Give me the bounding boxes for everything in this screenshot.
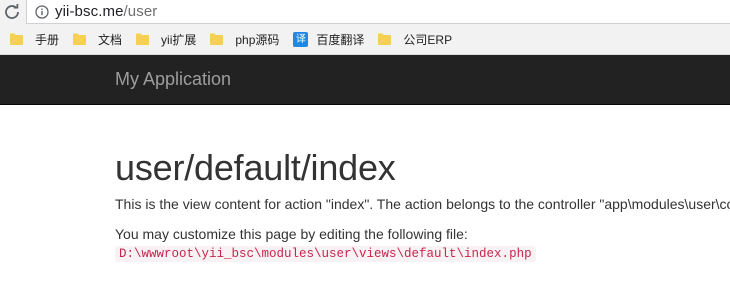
folder-icon	[10, 33, 23, 45]
bookmark-label: 百度翻译	[316, 32, 365, 47]
bookmark-label: 文档	[98, 32, 123, 47]
file-path-code: D:\wwwroot\yii_bsc\modules\user\views\de…	[115, 246, 536, 262]
bookmark-docs[interactable]: 文档	[70, 28, 125, 50]
folder-icon	[73, 33, 87, 45]
translate-icon: 译	[293, 31, 309, 47]
navbar: My Application	[0, 55, 730, 105]
bookmark-manual[interactable]: 手册	[7, 28, 62, 50]
address-bar[interactable]: yii-bsc.me/user	[26, 0, 730, 24]
bookmark-baidu-translate[interactable]: 译 百度翻译	[290, 28, 367, 50]
folder-icon	[136, 33, 150, 45]
bookmark-php-source[interactable]: php源码	[207, 28, 282, 50]
address-row: yii-bsc.me/user	[0, 0, 730, 24]
bookmark-label: 手册	[35, 32, 60, 47]
page-content: user/default/index This is the view cont…	[0, 105, 730, 285]
bookmarks-bar: 手册 文档 yii扩展 php源码 译 百度翻译 公司ERP	[0, 24, 730, 55]
url-host: yii-bsc.me	[55, 3, 124, 20]
folder-icon	[210, 33, 224, 45]
navbar-brand-link[interactable]: My Application	[115, 69, 231, 90]
bookmark-label: yii扩展	[161, 32, 197, 47]
folder-icon	[378, 33, 392, 45]
url-path: /user	[123, 3, 158, 20]
customize-hint: You may customize this page by editing t…	[115, 226, 468, 242]
page-title: user/default/index	[115, 147, 396, 188]
info-icon[interactable]	[35, 4, 49, 19]
browser-chrome: yii-bsc.me/user 手册 文档 yii扩展 php源码 译 百度翻译…	[0, 0, 730, 55]
url-text: yii-bsc.me/user	[55, 3, 157, 20]
view-description: This is the view content for action "ind…	[115, 196, 730, 212]
bookmark-label: php源码	[235, 32, 280, 47]
bookmark-company-erp[interactable]: 公司ERP	[375, 28, 455, 50]
bookmark-yii-extensions[interactable]: yii扩展	[133, 28, 199, 50]
reload-icon[interactable]	[3, 3, 21, 21]
bookmark-label: 公司ERP	[403, 32, 453, 47]
